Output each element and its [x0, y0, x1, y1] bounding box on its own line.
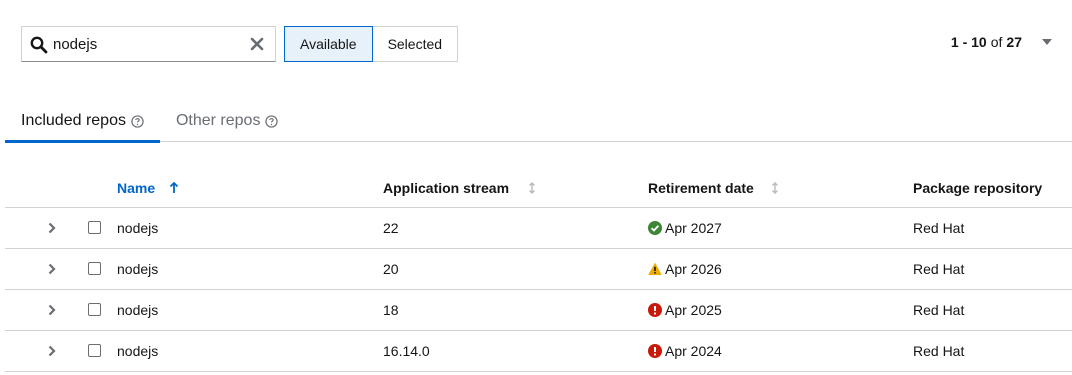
- repos-table: Name Application stream Retirement date …: [5, 168, 1072, 372]
- retirement-date: Apr 2027: [665, 220, 722, 236]
- cell-name: nodejs: [117, 302, 159, 318]
- sort-icon: [771, 182, 778, 194]
- column-header-repo: Package repository: [913, 180, 1042, 196]
- column-label: Retirement date: [648, 180, 754, 196]
- cell-retirement: Apr 2025: [648, 302, 722, 318]
- cell-stream: 16.14.0: [383, 343, 430, 359]
- cell-stream: 22: [383, 220, 399, 236]
- row-checkbox[interactable]: [88, 303, 101, 316]
- retirement-date: Apr 2025: [665, 302, 722, 318]
- caret-down-icon[interactable]: [1042, 39, 1052, 45]
- help-icon[interactable]: [265, 114, 279, 128]
- row-checkbox[interactable]: [88, 344, 101, 357]
- toggle-available[interactable]: Available: [284, 26, 373, 62]
- cell-retirement: Apr 2026: [648, 261, 722, 277]
- column-header-retirement[interactable]: Retirement date: [648, 180, 780, 196]
- exclamation-circle-icon: [648, 303, 662, 317]
- pagination-of: of: [990, 34, 1003, 50]
- pagination-total: 27: [1006, 34, 1022, 50]
- check-circle-icon: [648, 221, 662, 235]
- cell-retirement: Apr 2027: [648, 220, 722, 236]
- pagination-range: 1 - 10: [950, 34, 987, 50]
- cell-repo: Red Hat: [913, 220, 965, 236]
- table-row: nodejs 22 Apr 2027 Red Hat: [5, 208, 1072, 249]
- column-label: Application stream: [383, 180, 510, 196]
- pagination[interactable]: 1 - 10 of 27: [951, 34, 1052, 50]
- table-row: nodejs 16.14.0 Apr 2024 Red Hat: [5, 331, 1072, 372]
- cell-repo: Red Hat: [913, 343, 965, 359]
- cell-name: nodejs: [117, 261, 159, 277]
- search-icon: [30, 36, 48, 54]
- retirement-date: Apr 2026: [665, 261, 722, 277]
- warning-triangle-icon: [648, 262, 662, 275]
- sort-ascending-icon: [170, 182, 179, 193]
- row-checkbox[interactable]: [88, 221, 101, 234]
- column-header-stream[interactable]: Application stream: [383, 180, 537, 196]
- row-checkbox[interactable]: [88, 262, 101, 275]
- repo-tabs: Included repos Other repos: [5, 100, 1072, 143]
- column-label: Package repository: [913, 180, 1043, 196]
- cell-repo: Red Hat: [913, 261, 965, 277]
- tab-other-repos[interactable]: Other repos: [160, 100, 294, 142]
- retirement-date: Apr 2024: [665, 343, 722, 359]
- table-row: nodejs 18 Apr 2025 Red Hat: [5, 290, 1072, 331]
- sort-icon: [529, 182, 536, 194]
- cell-stream: 18: [383, 302, 399, 318]
- column-header-name[interactable]: Name: [117, 180, 179, 196]
- tab-label: Other repos: [175, 112, 261, 129]
- toggle-selected[interactable]: Selected: [372, 26, 459, 62]
- table-header: Name Application stream Retirement date …: [5, 168, 1072, 208]
- cell-name: nodejs: [117, 220, 159, 236]
- help-icon[interactable]: [131, 114, 144, 128]
- chevron-right-icon[interactable]: [47, 222, 57, 234]
- column-label: Name: [117, 180, 156, 196]
- search-box: [21, 26, 276, 62]
- cell-name: nodejs: [117, 343, 159, 359]
- tab-label: Included repos: [21, 112, 126, 129]
- cell-repo: Red Hat: [913, 302, 965, 318]
- chevron-right-icon[interactable]: [47, 263, 57, 275]
- chevron-right-icon[interactable]: [47, 304, 57, 316]
- table-row: nodejs 20 Apr 2026 Red Hat: [5, 249, 1072, 290]
- view-toggle-group: Available Selected: [284, 26, 459, 62]
- search-input[interactable]: [53, 33, 243, 55]
- clear-search-icon[interactable]: [249, 36, 265, 52]
- exclamation-circle-icon: [648, 344, 662, 358]
- cell-retirement: Apr 2024: [648, 343, 722, 359]
- tab-included-repos[interactable]: Included repos: [5, 100, 160, 143]
- cell-stream: 20: [383, 261, 399, 277]
- chevron-right-icon[interactable]: [47, 345, 57, 357]
